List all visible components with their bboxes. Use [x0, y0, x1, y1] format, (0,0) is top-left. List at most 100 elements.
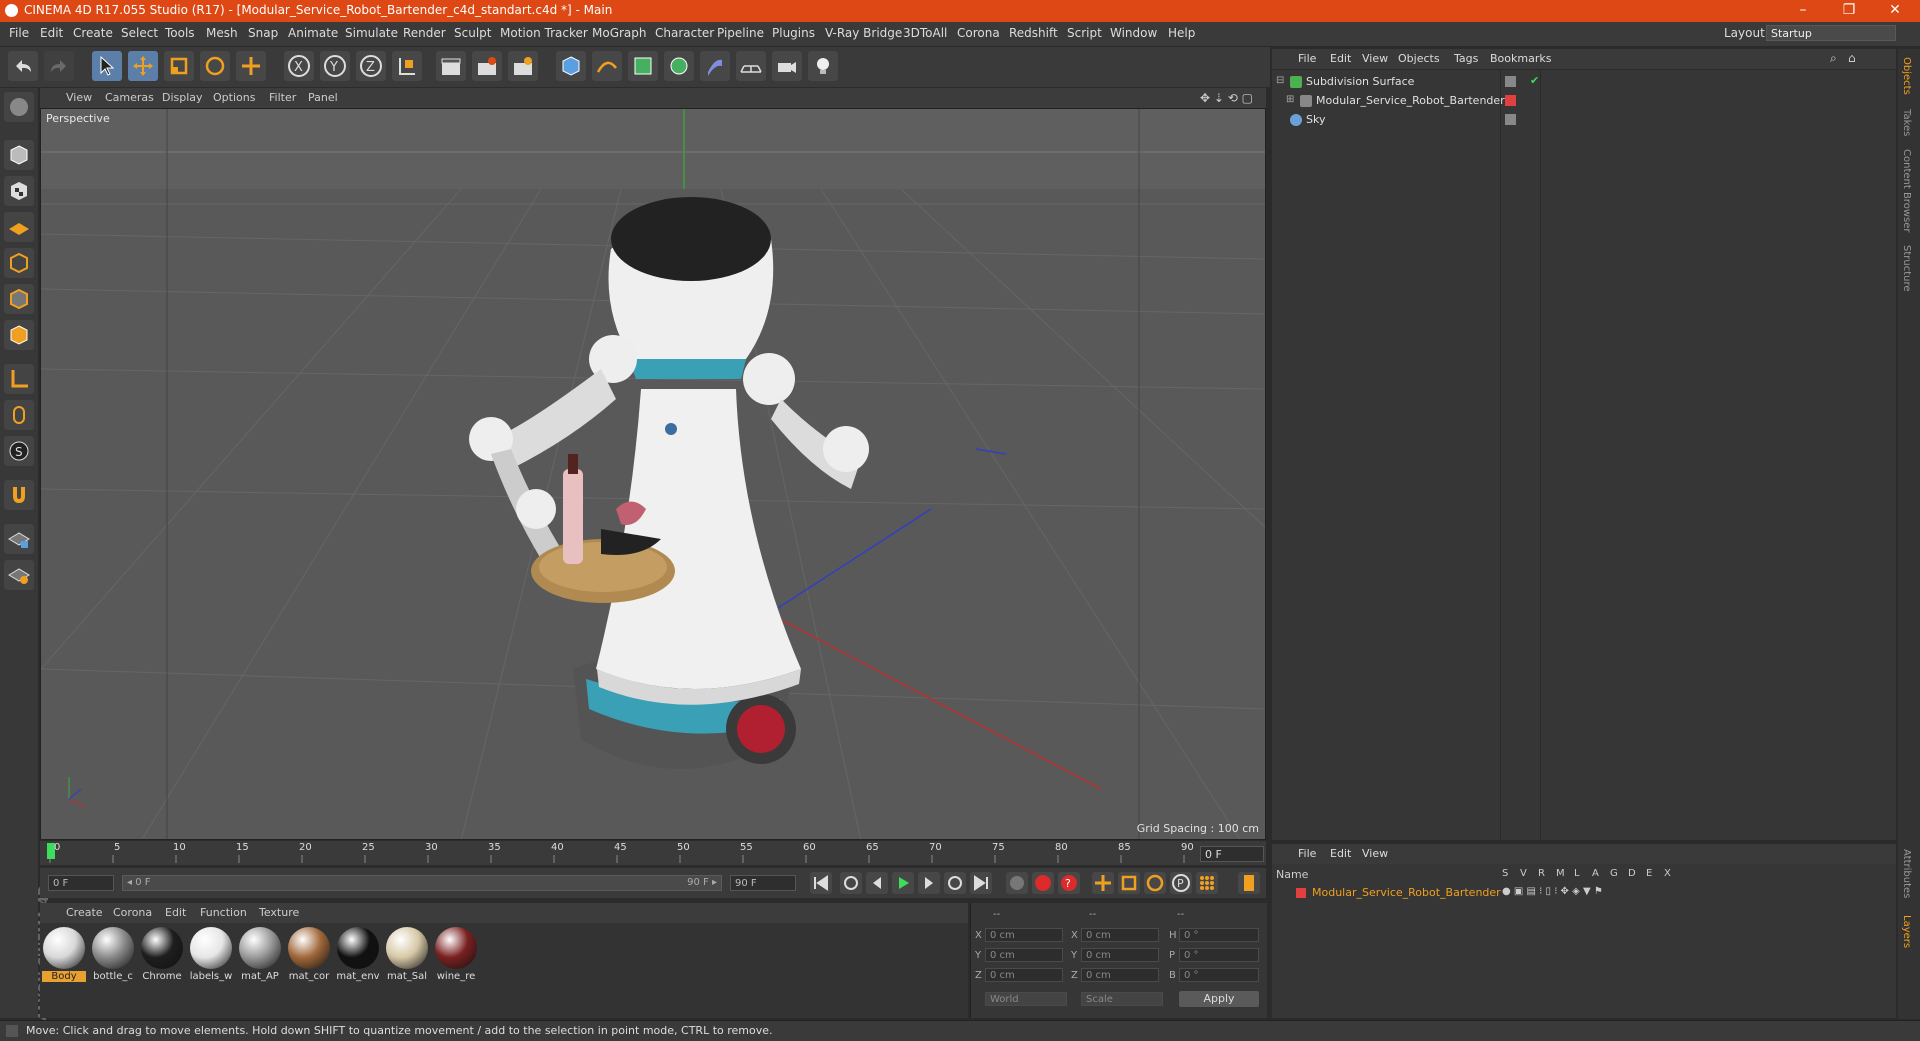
- y-axis-lock[interactable]: Y: [320, 51, 350, 81]
- apply-button[interactable]: Apply: [1179, 991, 1259, 1007]
- material-menu-create[interactable]: Create: [66, 906, 103, 919]
- keyframe-selection-button[interactable]: ?: [1058, 872, 1080, 894]
- timeline-ruler[interactable]: 0 5 10 15 20 25 30 35 40 45 50 55 60 65 …: [40, 841, 1266, 865]
- add-nurbs-button[interactable]: [628, 51, 658, 81]
- object-menu-tags[interactable]: Tags: [1454, 52, 1478, 65]
- live-selection-tool[interactable]: [92, 51, 122, 81]
- tab-content-browser[interactable]: Content Browser: [1901, 149, 1912, 232]
- add-camera-button[interactable]: [772, 51, 802, 81]
- position-x-field[interactable]: 0 cm: [985, 928, 1063, 942]
- render-view-button[interactable]: [436, 51, 466, 81]
- object-menu-bookmarks[interactable]: Bookmarks: [1490, 52, 1551, 65]
- render-settings-button[interactable]: [508, 51, 538, 81]
- rotation-p-field[interactable]: 0 °: [1179, 948, 1259, 962]
- object-row[interactable]: ⊟ Subdivision Surface ✔: [1272, 73, 1896, 91]
- add-deformer-button[interactable]: [700, 51, 730, 81]
- menu-window[interactable]: Window: [1110, 26, 1157, 40]
- add-floor-button[interactable]: [736, 51, 766, 81]
- move-tool[interactable]: [128, 51, 158, 81]
- autokey-button[interactable]: [1032, 872, 1054, 894]
- material-menu-edit[interactable]: Edit: [165, 906, 186, 919]
- points-mode-button[interactable]: [4, 248, 34, 278]
- key-position-button[interactable]: [1092, 872, 1114, 894]
- layer-flag-icons[interactable]: ● ▣ ▤ ⁝ ▯ ⁝ ✥ ◈ ▼ ⚑: [1502, 886, 1603, 897]
- transform-tool[interactable]: [236, 51, 266, 81]
- size-mode-select[interactable]: Scale: [1081, 992, 1163, 1006]
- menu-create[interactable]: Create: [73, 26, 113, 40]
- material-menu-texture[interactable]: Texture: [259, 906, 299, 919]
- home-icon[interactable]: ⌂: [1848, 51, 1856, 65]
- restore-button[interactable]: ❐: [1826, 0, 1872, 22]
- minimize-button[interactable]: –: [1780, 0, 1826, 22]
- material-swatch[interactable]: labels_w: [189, 927, 233, 982]
- edges-mode-button[interactable]: [4, 284, 34, 314]
- go-to-start-button[interactable]: [810, 872, 832, 894]
- size-x-field[interactable]: 0 cm: [1081, 928, 1159, 942]
- enabled-check-icon[interactable]: ✔: [1530, 74, 1539, 87]
- viewport-menu-panel[interactable]: Panel: [308, 91, 338, 104]
- texture-mode-button[interactable]: [4, 176, 34, 206]
- tab-objects[interactable]: Objects: [1901, 57, 1912, 95]
- position-z-field[interactable]: 0 cm: [985, 968, 1063, 982]
- size-z-field[interactable]: 0 cm: [1081, 968, 1159, 982]
- tab-attributes[interactable]: Attributes: [1901, 849, 1912, 898]
- tweak-mode-button[interactable]: [4, 400, 34, 430]
- play-button[interactable]: [892, 872, 914, 894]
- menu-tools[interactable]: Tools: [165, 26, 195, 40]
- render-picture-viewer-button[interactable]: [472, 51, 502, 81]
- menu-edit[interactable]: Edit: [40, 26, 63, 40]
- scale-tool[interactable]: [164, 51, 194, 81]
- viewport-nav-icons[interactable]: ✥ ⇣ ⟲ ▢: [1200, 91, 1253, 105]
- frame-range-slider[interactable]: ◂ 0 F 90 F ▸: [122, 875, 722, 891]
- material-swatch[interactable]: wine_re: [434, 927, 478, 982]
- object-menu-view[interactable]: View: [1362, 52, 1388, 65]
- start-frame-field[interactable]: 0 F: [48, 875, 114, 891]
- menu-render[interactable]: Render: [403, 26, 446, 40]
- current-frame-field[interactable]: 0 F: [1200, 846, 1264, 862]
- menu-redshift[interactable]: Redshift: [1009, 26, 1058, 40]
- expand-toggle-icon[interactable]: ⊟: [1276, 75, 1284, 86]
- material-swatch[interactable]: Chrome: [140, 927, 184, 982]
- object-menu-objects[interactable]: Objects: [1398, 52, 1440, 65]
- viewport-perspective[interactable]: Perspective Grid Spacing : 100 cm: [40, 108, 1266, 840]
- material-swatch[interactable]: Body: [42, 927, 86, 982]
- object-row[interactable]: ⊞ Modular_Service_Robot_Bartender: [1272, 92, 1896, 110]
- x-axis-lock[interactable]: X: [284, 51, 314, 81]
- menu-help[interactable]: Help: [1168, 26, 1195, 40]
- solo-mode-button[interactable]: S: [4, 436, 34, 466]
- layer-tag-icon[interactable]: [1505, 76, 1516, 87]
- material-menu-corona[interactable]: Corona: [113, 906, 152, 919]
- record-keys-button[interactable]: [1006, 872, 1028, 894]
- menu-simulate[interactable]: Simulate: [345, 26, 398, 40]
- tab-layers[interactable]: Layers: [1901, 915, 1912, 948]
- menu-mesh[interactable]: Mesh: [206, 26, 238, 40]
- object-menu-edit[interactable]: Edit: [1330, 52, 1351, 65]
- key-rotation-button[interactable]: [1144, 872, 1166, 894]
- add-mograph-button[interactable]: [664, 51, 694, 81]
- rotation-h-field[interactable]: 0 °: [1179, 928, 1259, 942]
- search-icon[interactable]: ⌕: [1830, 51, 1837, 66]
- menu-animate[interactable]: Animate: [288, 26, 338, 40]
- tab-takes[interactable]: Takes: [1901, 109, 1912, 136]
- menu-character[interactable]: Character: [655, 26, 714, 40]
- layer-color-icon[interactable]: [1505, 95, 1516, 106]
- next-key-button[interactable]: [944, 872, 966, 894]
- menu-sculpt[interactable]: Sculpt: [454, 26, 491, 40]
- material-swatch[interactable]: mat_Sal: [385, 927, 429, 982]
- go-to-end-button[interactable]: [970, 872, 992, 894]
- close-button[interactable]: ✕: [1872, 0, 1918, 22]
- layer-tag-icon[interactable]: [1505, 114, 1516, 125]
- menu-vray-bridge[interactable]: V-Ray Bridge: [825, 26, 902, 40]
- snap-settings-button[interactable]: [4, 560, 34, 590]
- add-light-button[interactable]: [808, 51, 838, 81]
- expand-toggle-icon[interactable]: ⊞: [1286, 94, 1294, 105]
- position-y-field[interactable]: 0 cm: [985, 948, 1063, 962]
- viewport-menu-view[interactable]: View: [66, 91, 92, 104]
- layer-menu-edit[interactable]: Edit: [1330, 847, 1351, 860]
- add-cube-button[interactable]: [556, 51, 586, 81]
- key-scale-button[interactable]: [1118, 872, 1140, 894]
- next-frame-button[interactable]: [918, 872, 940, 894]
- menu-plugins[interactable]: Plugins: [772, 26, 815, 40]
- layer-color-icon[interactable]: [1296, 888, 1306, 898]
- layer-row[interactable]: Modular_Service_Robot_Bartender ● ▣ ▤ ⁝ …: [1272, 884, 1896, 902]
